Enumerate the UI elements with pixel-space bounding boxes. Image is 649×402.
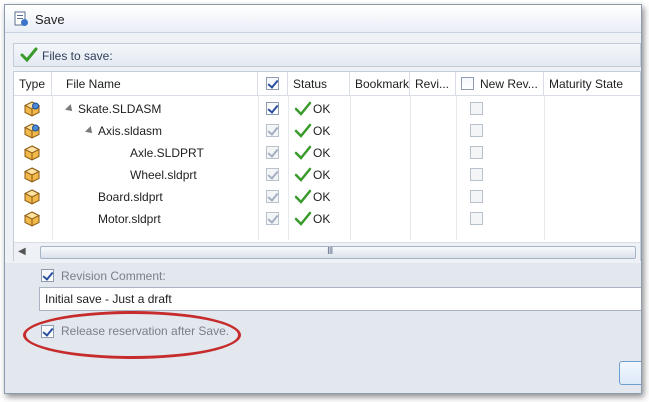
check-icon bbox=[294, 145, 312, 164]
select-all-save-checkbox[interactable] bbox=[266, 77, 279, 90]
title-bar: Save bbox=[5, 5, 641, 33]
check-icon bbox=[294, 211, 312, 230]
save-dialog: Save Files to save: Type File Name Statu… bbox=[4, 4, 642, 394]
table-row[interactable]: Axis.sldasm OK bbox=[14, 120, 640, 142]
file-name: Board.sldprt bbox=[98, 190, 163, 204]
expand-triangle-icon[interactable] bbox=[65, 104, 75, 114]
revision-comment-label: Revision Comment: bbox=[61, 269, 166, 283]
table-row[interactable]: Axle.SLDPRT OK bbox=[14, 142, 640, 164]
assembly-icon bbox=[23, 101, 41, 117]
comment-area: Revision Comment: Initial save - Just a … bbox=[5, 263, 641, 393]
part-icon bbox=[23, 167, 41, 183]
column-new-revision-label: New Rev... bbox=[480, 77, 538, 91]
new-revision-checkbox[interactable] bbox=[470, 146, 483, 159]
status-text: OK bbox=[313, 212, 331, 226]
revision-comment-checkbox[interactable] bbox=[41, 269, 54, 282]
save-checkbox[interactable] bbox=[266, 190, 279, 203]
grid-header: Type File Name Status Bookmark Revi... N… bbox=[14, 72, 640, 96]
column-save-select[interactable] bbox=[258, 72, 288, 96]
save-checkbox[interactable] bbox=[266, 168, 279, 181]
status-text: OK bbox=[313, 168, 331, 182]
column-type[interactable]: Type bbox=[14, 72, 52, 96]
check-icon bbox=[20, 47, 38, 63]
highlight-ellipse bbox=[23, 311, 241, 359]
status-text: OK bbox=[313, 102, 331, 116]
column-file-name[interactable]: File Name bbox=[52, 72, 258, 96]
table-row[interactable]: Motor.sldprt OK bbox=[14, 208, 640, 230]
window-title: Save bbox=[35, 12, 65, 27]
select-all-new-revision-checkbox[interactable] bbox=[461, 77, 474, 90]
column-bookmark[interactable]: Bookmark bbox=[350, 72, 410, 96]
file-name: Skate.SLDASM bbox=[78, 102, 162, 116]
save-checkbox[interactable] bbox=[266, 146, 279, 159]
ok-button[interactable] bbox=[619, 361, 641, 385]
save-checkbox[interactable] bbox=[266, 212, 279, 225]
check-icon bbox=[294, 123, 312, 142]
status-text: OK bbox=[313, 190, 331, 204]
expand-triangle-icon[interactable] bbox=[85, 126, 95, 136]
column-new-revision[interactable]: New Rev... bbox=[456, 72, 544, 96]
column-revision[interactable]: Revi... bbox=[410, 72, 456, 96]
file-name: Axle.SLDPRT bbox=[130, 146, 204, 160]
part-icon bbox=[23, 145, 41, 161]
check-icon bbox=[294, 189, 312, 208]
table-row[interactable]: Wheel.sldprt OK bbox=[14, 164, 640, 186]
file-name: Axis.sldasm bbox=[98, 124, 163, 138]
assembly-icon bbox=[23, 123, 41, 139]
new-revision-checkbox[interactable] bbox=[470, 168, 483, 181]
check-icon bbox=[294, 101, 312, 120]
status-text: OK bbox=[313, 124, 331, 138]
file-name: Wheel.sldprt bbox=[130, 168, 197, 182]
file-name: Motor.sldprt bbox=[98, 212, 161, 226]
scrollbar-thumb[interactable]: III bbox=[40, 246, 636, 259]
files-grid: Type File Name Status Bookmark Revi... N… bbox=[13, 71, 641, 261]
files-to-save-header: Files to save: bbox=[13, 43, 641, 67]
new-revision-checkbox[interactable] bbox=[470, 190, 483, 203]
save-checkbox[interactable] bbox=[266, 102, 279, 115]
check-icon bbox=[294, 167, 312, 186]
table-row[interactable]: Skate.SLDASM OK bbox=[14, 98, 640, 120]
new-revision-checkbox[interactable] bbox=[470, 102, 483, 115]
column-status[interactable]: Status bbox=[288, 72, 350, 96]
new-revision-checkbox[interactable] bbox=[470, 124, 483, 137]
part-icon bbox=[23, 211, 41, 227]
column-maturity-state[interactable]: Maturity State bbox=[544, 72, 640, 96]
save-dialog-icon bbox=[14, 11, 28, 26]
horizontal-scrollbar[interactable]: ◀ III bbox=[14, 242, 640, 261]
new-revision-checkbox[interactable] bbox=[470, 212, 483, 225]
files-to-save-label: Files to save: bbox=[42, 49, 113, 63]
scroll-grip: III bbox=[327, 246, 333, 257]
table-row[interactable]: Board.sldprt OK bbox=[14, 186, 640, 208]
save-checkbox[interactable] bbox=[266, 124, 279, 137]
part-icon bbox=[23, 189, 41, 205]
revision-comment-input[interactable]: Initial save - Just a draft bbox=[39, 287, 641, 311]
chevron-left-icon[interactable]: ◀ bbox=[18, 246, 26, 257]
status-text: OK bbox=[313, 146, 331, 160]
